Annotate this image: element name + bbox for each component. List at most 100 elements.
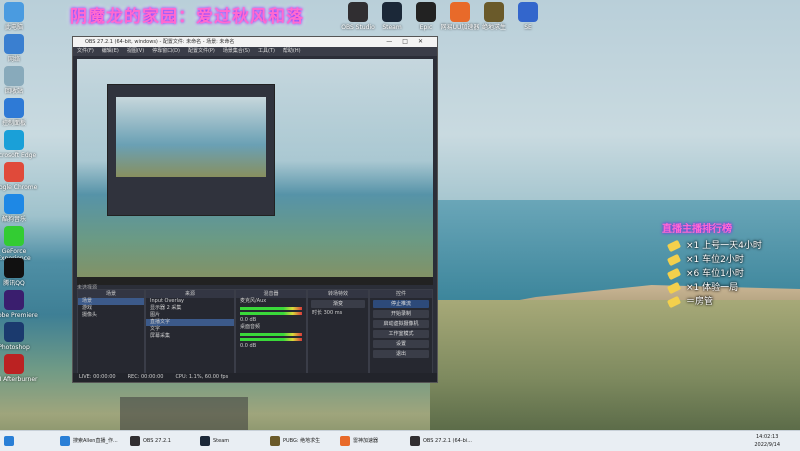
source-item[interactable]: 图片 — [146, 312, 234, 319]
taskbar-item-label: 搜索Allen直播_作... — [73, 438, 118, 444]
desktop-icon[interactable]: GeForce Experience — [0, 226, 42, 262]
taskbar-clock[interactable]: 14:02:13 2022/9/14 — [754, 433, 780, 449]
scene-item[interactable]: 游戏 — [78, 305, 144, 312]
obs-title-bar[interactable]: OBS 27.2.1 (64-bit, windows) - 配置文件: 未命名… — [73, 37, 437, 47]
start-button[interactable] — [4, 431, 17, 451]
sources-dock: 来源 Input Overlay 显示器 2 采集 图片 直播文字 文字 屏幕采集 — [145, 289, 235, 381]
app-icon — [4, 258, 24, 278]
desktop-icon-label: 此电脑 — [4, 24, 23, 31]
audio-meter — [240, 338, 302, 341]
source-item[interactable]: 屏幕采集 — [146, 333, 234, 340]
duration-label: 时长 — [312, 310, 323, 316]
menu-item[interactable]: 视图(V) — [127, 48, 144, 54]
desktop-icon[interactable]: 控制面板 — [0, 98, 42, 127]
mixer-header: 混音器 — [236, 290, 306, 298]
onscreen-keyboard-overlay — [120, 397, 248, 430]
taskbar-item[interactable]: OBS 27.2.1 (64-bi... — [410, 431, 472, 451]
mixer-dock: 混音器 麦克风/Aux 0.0 dB 桌面音频 0.0 dB — [235, 289, 307, 381]
windows-icon — [4, 435, 14, 446]
source-item[interactable]: Input Overlay — [146, 298, 234, 305]
audio-meter — [240, 333, 302, 336]
clock-time: 14:02:13 — [755, 434, 779, 440]
app-icon — [4, 290, 24, 310]
taskbar: 搜索Allen直播_作... OBS 27.2.1 Steam PUBG: 绝地求生 雷… — [0, 430, 800, 451]
desktop-icon[interactable]: MSI Afterburner — [0, 354, 42, 383]
desktop-icon[interactable]: SE — [500, 2, 556, 31]
taskbar-item[interactable]: Steam — [200, 431, 229, 451]
taskbar-item[interactable]: PUBG: 绝地求生 — [270, 431, 320, 451]
preview-taskbar — [77, 277, 433, 285]
ranking-row: ×1 车位2小时 — [662, 253, 800, 267]
duration-row: 时长 300 ms — [308, 310, 368, 317]
audio-meter — [240, 312, 302, 315]
scene-item[interactable]: 摄像头 — [78, 312, 144, 319]
ranking-overlay: 直播主播排行榜 ×1 上号一天4小时 ×1 车位2小时 ×6 车位1小时 ×1 体验一… — [662, 220, 800, 309]
menu-item[interactable]: 文件(F) — [77, 48, 94, 54]
desktop-icon-label: 回收站 — [4, 88, 23, 95]
clock-date: 2022/9/14 — [754, 442, 780, 448]
control-button[interactable]: 退出 — [373, 350, 429, 358]
nested-preview-image — [116, 97, 266, 177]
desktop-icon[interactable]: Google Chrome — [0, 162, 42, 191]
transition-header: 转场特效 — [308, 290, 368, 298]
app-icon — [130, 435, 140, 446]
ranking-header: 直播主播排行榜 — [662, 224, 732, 235]
control-button[interactable]: 开始录制 — [373, 310, 429, 318]
desktop-icon-label: Adobe Premiere — [0, 312, 38, 319]
app-icon — [4, 66, 24, 86]
obs-menu-bar: 文件(F) 编辑(E) 视图(V) 停靠窗口(D) 配置文件(P) 场景集合(S) 工具(T… — [73, 47, 437, 56]
scenes-header: 场景 — [78, 290, 144, 298]
desktop-icon[interactable]: Photoshop — [0, 322, 42, 351]
scene-item[interactable]: 场景 — [78, 298, 144, 305]
desktop-icon[interactable]: 回收站 — [0, 66, 42, 95]
app-icon — [518, 2, 538, 22]
controls-dock: 控件 停止推流 开始录制 启动虚拟摄像机 工作室模式 设置 退出 — [369, 289, 433, 381]
control-button[interactable]: 设置 — [373, 340, 429, 348]
menu-item[interactable]: 配置文件(P) — [188, 48, 215, 54]
taskbar-item-label: OBS 27.2.1 — [143, 438, 171, 444]
menu-item[interactable]: 编辑(E) — [102, 48, 119, 54]
desktop-icon[interactable]: Adobe Premiere — [0, 290, 42, 319]
desktop-icon[interactable]: Microsoft Edge — [0, 130, 42, 159]
duration-input[interactable]: 300 ms — [324, 310, 343, 316]
obs-window[interactable]: OBS 27.2.1 (64-bit, windows) - 配置文件: 未命名… — [72, 36, 438, 383]
desktop-icon-label: 控制面板 — [1, 120, 26, 127]
desktop-icon-label: 网络 — [7, 56, 20, 63]
transition-select[interactable]: 渐变 — [311, 300, 365, 308]
wallpaper-grass — [430, 300, 800, 430]
taskbar-item-label: OBS 27.2.1 (64-bi... — [423, 438, 472, 444]
mixer-track-name: 麦克风/Aux — [240, 298, 267, 304]
sources-header: 来源 — [146, 290, 234, 298]
desktop-icon[interactable]: 酷狗音乐 — [0, 194, 42, 223]
obs-preview[interactable] — [77, 59, 433, 285]
source-item[interactable]: 直播文字 — [146, 319, 234, 326]
window-controls[interactable]: —□✕ — [386, 37, 433, 47]
taskbar-item[interactable]: 搜索Allen直播_作... — [60, 431, 118, 451]
nested-obs-preview — [107, 84, 275, 216]
taskbar-item[interactable]: OBS 27.2.1 — [130, 431, 171, 451]
taskbar-item[interactable]: 雷神加速器 — [340, 431, 378, 451]
control-button[interactable]: 启动虚拟摄像机 — [373, 320, 429, 328]
ranking-row: ＝房管 — [662, 295, 800, 309]
desktop-icon[interactable]: 网络 — [0, 34, 42, 63]
source-item[interactable]: 显示器 2 采集 — [146, 305, 234, 312]
menu-item[interactable]: 停靠窗口(D) — [152, 48, 180, 54]
audio-meter — [240, 307, 302, 310]
desktop-icon[interactable]: 此电脑 — [0, 2, 42, 31]
app-icon — [4, 130, 24, 150]
control-button[interactable]: 停止推流 — [373, 300, 429, 308]
obs-status-bar: LIVE: 00:00:00 REC: 00:00:00 CPU: 1.1%, 60… — [73, 373, 437, 382]
desktop-icon[interactable]: 腾讯QQ — [0, 258, 42, 287]
menu-item[interactable]: 工具(T) — [258, 48, 275, 54]
menu-item[interactable]: 场景集合(S) — [223, 48, 250, 54]
taskbar-item-label: 雷神加速器 — [353, 438, 379, 444]
desktop-icon-label: Microsoft Edge — [0, 152, 37, 159]
banner-text: 阴魔龙的家园：爱过秋风和落 — [70, 7, 304, 27]
source-item[interactable]: 文字 — [146, 326, 234, 333]
control-button[interactable]: 工作室模式 — [373, 330, 429, 338]
taskbar-item-label: PUBG: 绝地求生 — [283, 438, 321, 444]
menu-item[interactable]: 帮助(H) — [283, 48, 301, 54]
app-icon — [4, 34, 24, 54]
desktop-icon-label: Photoshop — [0, 344, 30, 351]
mixer-track-db: 0.0 dB — [240, 317, 257, 323]
